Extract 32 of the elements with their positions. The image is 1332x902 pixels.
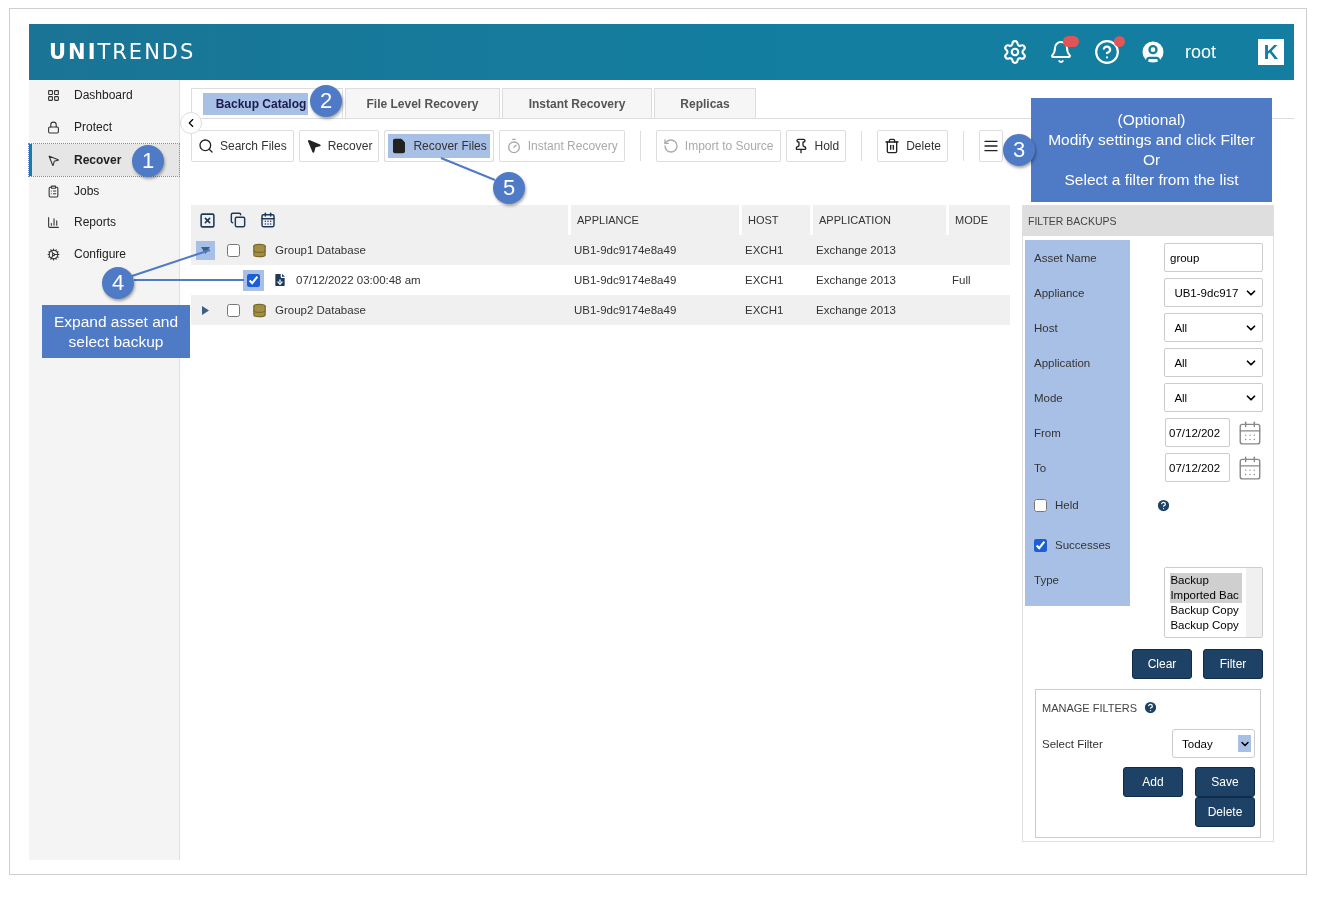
table-cell-text: Exchange 2013 <box>815 244 897 256</box>
checkbox-label: Successes <box>1055 539 1111 551</box>
step-number: 2 <box>310 85 342 117</box>
table-cell-text: EXCH1 <box>744 244 785 256</box>
asset-name: Group1 Database <box>275 244 366 256</box>
field-label: To <box>1033 461 1048 474</box>
step-number: 3 <box>1003 134 1035 166</box>
table-cell-text: UB1-9dc9174e8a49 <box>573 244 678 256</box>
table-cell-text: Exchange 2013 <box>815 274 897 286</box>
field-label: Asset Name <box>1033 251 1098 264</box>
field-label: Select Filter <box>1042 737 1103 750</box>
table-cell-text: Full <box>951 274 972 286</box>
asset-name: 07/12/2022 03:00:48 am <box>296 274 421 286</box>
annotation-note: Expand asset and select backup <box>42 305 190 358</box>
table-cell-text: EXCH1 <box>744 274 785 286</box>
field-label: Type <box>1033 573 1060 586</box>
step-number: 5 <box>493 172 525 204</box>
table-cell-text: EXCH1 <box>744 304 785 316</box>
table-cell-text: UB1-9dc9174e8a49 <box>573 304 678 316</box>
checkbox-label: Held <box>1055 499 1079 511</box>
field-label: From <box>1033 426 1062 439</box>
annotation-note: (Optional) Modify settings and click Filter Or Select a filter from the list <box>1031 98 1272 202</box>
app-logo: UNITRENDS <box>49 40 197 64</box>
table-cell-text: UB1-9dc9174e8a49 <box>573 274 678 286</box>
asset-name: Group2 Database <box>275 304 366 316</box>
field-label: Appliance <box>1033 286 1086 299</box>
field-label: Application <box>1033 356 1092 369</box>
panel-title: FILTER BACKUPS <box>1023 206 1273 236</box>
field-label: Mode <box>1033 391 1064 404</box>
section-title: MANAGE FILTERS <box>1042 701 1138 714</box>
field-label: Host <box>1033 321 1059 334</box>
table-cell-text: Exchange 2013 <box>815 304 897 316</box>
